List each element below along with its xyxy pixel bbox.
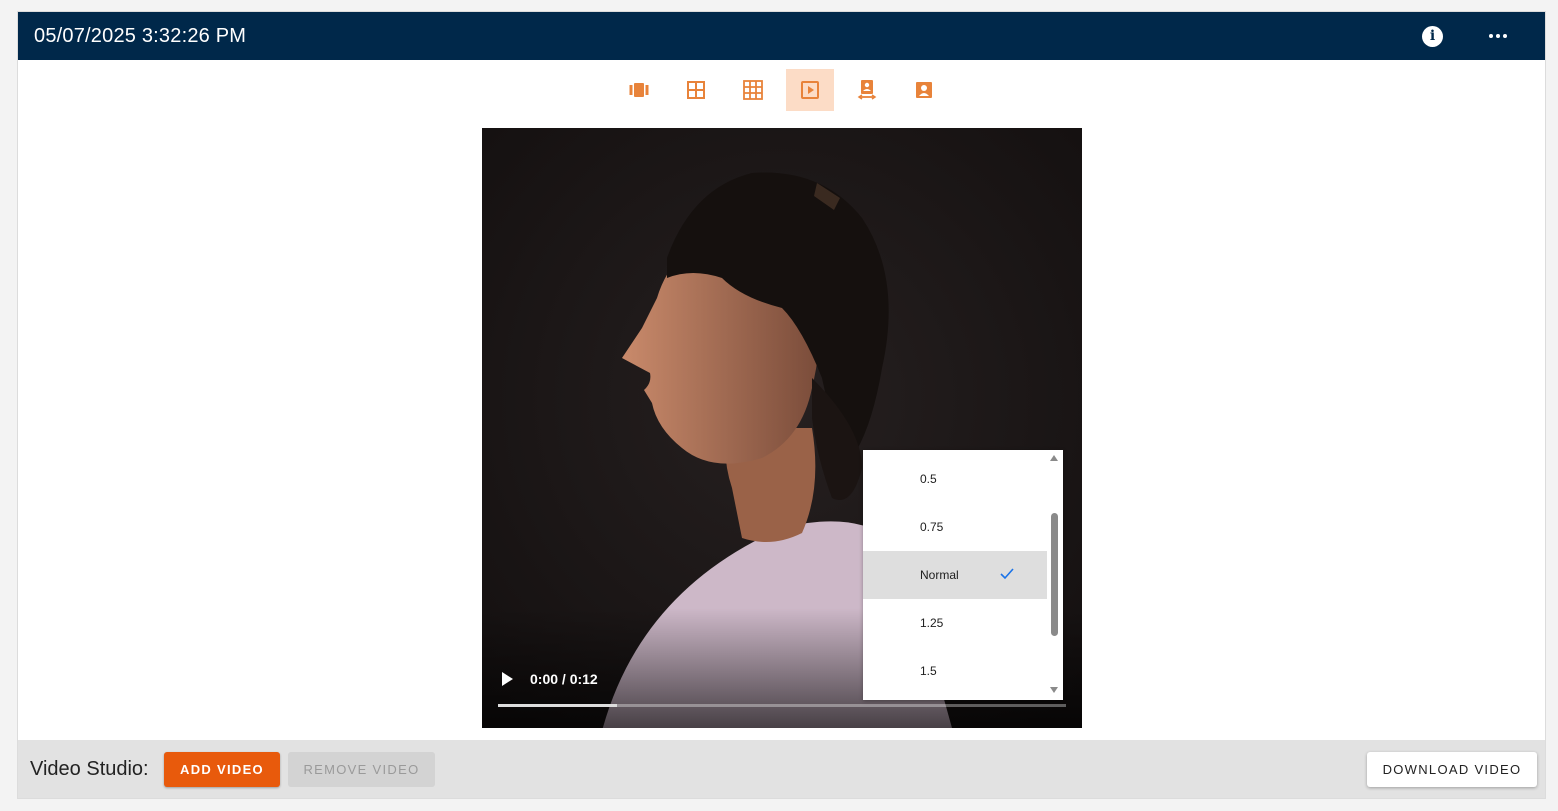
time-display: 0:00 / 0:12 (530, 671, 598, 687)
speed-option-0.75[interactable]: 0.75 (863, 503, 1047, 551)
speed-option-0.5[interactable]: 0.5 (863, 455, 1047, 503)
view-toolbar (18, 69, 1545, 112)
grid-3x3-button[interactable] (729, 69, 777, 111)
footer-bar: Video Studio: ADD VIDEO REMOVE VIDEO DOW… (18, 740, 1545, 798)
header-bar: 05/07/2025 3:32:26 PM i (18, 12, 1545, 60)
playback-speed-menu: 0.5 0.75 Normal 1.25 1.5 (863, 450, 1063, 700)
scroll-down-arrow-icon[interactable] (1050, 687, 1058, 693)
scroll-up-arrow-icon[interactable] (1050, 455, 1058, 461)
menu-scrollbar-thumb[interactable] (1051, 513, 1058, 636)
remove-video-button[interactable]: REMOVE VIDEO (288, 752, 435, 787)
video-studio-label: Video Studio: (30, 758, 149, 780)
speed-option-label: 1.25 (920, 616, 944, 630)
speed-option-1.5[interactable]: 1.5 (863, 647, 1047, 695)
video-play-icon (801, 81, 819, 99)
progress-fill (498, 704, 618, 707)
play-icon[interactable] (500, 671, 514, 687)
add-video-button[interactable]: ADD VIDEO (164, 752, 280, 787)
video-player[interactable]: 0:00 / 0:12 0.5 0.75 Normal 1.25 1.5 (482, 128, 1082, 728)
speed-option-label: Normal (920, 568, 959, 582)
video-view-button[interactable] (786, 69, 834, 111)
download-video-button[interactable]: DOWNLOAD VIDEO (1367, 752, 1537, 787)
page-title: 05/07/2025 3:32:26 PM (34, 25, 247, 47)
speed-option-1.25[interactable]: 1.25 (863, 599, 1047, 647)
compare-portrait-icon (857, 80, 877, 100)
portrait-button[interactable] (900, 69, 948, 111)
video-studio-panel: 05/07/2025 3:32:26 PM i 0:00 / 0:12 0.5 … (17, 11, 1546, 799)
portrait-icon (916, 82, 932, 98)
carousel-view-button[interactable] (615, 69, 663, 111)
speed-option-normal[interactable]: Normal (863, 551, 1047, 599)
info-icon[interactable]: i (1422, 26, 1443, 47)
grid-2x2-icon (687, 81, 705, 99)
speed-option-label: 0.75 (920, 520, 944, 534)
more-horizontal-icon[interactable] (1484, 22, 1512, 50)
carousel-view-icon (629, 83, 649, 97)
grid-2x2-button[interactable] (672, 69, 720, 111)
progress-bar[interactable] (498, 704, 1066, 707)
grid-3x3-icon (743, 80, 763, 100)
compare-portrait-button[interactable] (843, 69, 891, 111)
speed-option-label: 1.5 (920, 664, 937, 678)
speed-option-label: 0.5 (920, 472, 937, 486)
check-icon (1000, 568, 1014, 580)
